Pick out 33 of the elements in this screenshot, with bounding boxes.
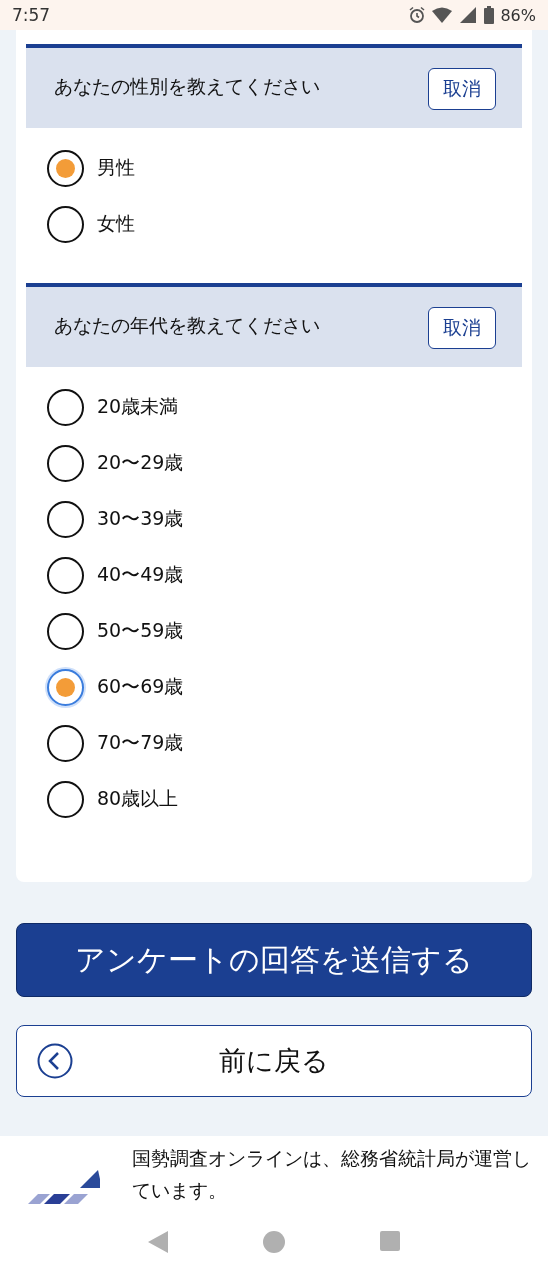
radio-button[interactable] xyxy=(47,388,84,426)
question-title: あなたの性別を教えてください xyxy=(54,74,320,99)
cancel-button[interactable]: 取消 xyxy=(428,307,496,349)
battery-icon xyxy=(484,6,495,24)
radio-button[interactable] xyxy=(47,780,84,818)
question-title: あなたの年代を教えてください xyxy=(54,313,320,338)
radio-button[interactable] xyxy=(47,612,84,650)
option-label: 女性 xyxy=(97,211,135,236)
back-button[interactable]: 前に戻る xyxy=(16,1025,532,1097)
option-label: 40〜49歳 xyxy=(97,562,184,587)
option-label: 80歳以上 xyxy=(97,786,179,811)
status-time: 7:57 xyxy=(12,5,51,25)
radio-button[interactable] xyxy=(47,205,84,243)
submit-button[interactable]: アンケートの回答を送信する xyxy=(16,923,532,997)
cancel-button[interactable]: 取消 xyxy=(428,68,496,110)
option-label: 70〜79歳 xyxy=(97,730,184,755)
option-label: 50〜59歳 xyxy=(97,618,184,643)
option-label: 30〜39歳 xyxy=(97,506,184,531)
radio-button[interactable] xyxy=(47,149,84,187)
option-label: 20〜29歳 xyxy=(97,450,184,475)
radio-button[interactable] xyxy=(47,724,84,762)
back-chevron-icon xyxy=(37,1043,73,1079)
radio-button[interactable] xyxy=(47,556,84,594)
radio-button[interactable] xyxy=(47,500,84,538)
option-label: 60〜69歳 xyxy=(97,674,184,699)
alarm-icon xyxy=(408,6,427,24)
option-label: 男性 xyxy=(97,155,135,180)
signal-icon xyxy=(460,7,479,23)
option-label: 20歳未満 xyxy=(97,394,179,419)
battery-level: 86% xyxy=(500,5,536,25)
radio-button[interactable] xyxy=(47,444,84,482)
footer-text: 国勢調査オンラインは、総務省統計局が運営しています。 xyxy=(132,1145,532,1203)
wifi-icon xyxy=(432,7,455,23)
